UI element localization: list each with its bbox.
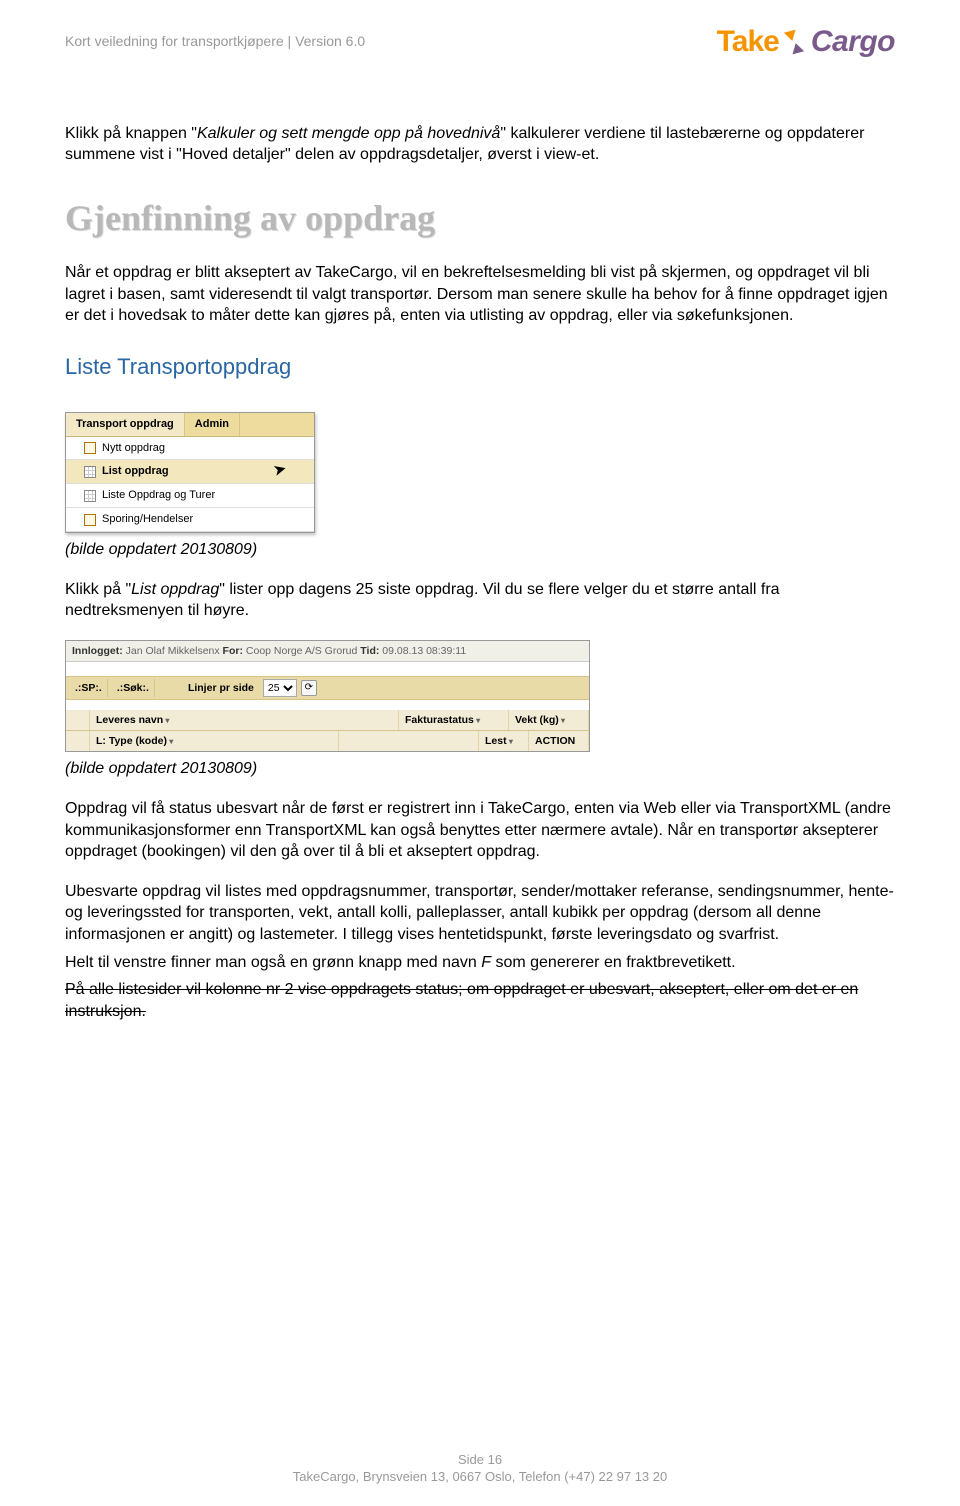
menu-tab-bar: Transport oppdrag Admin [66,413,314,437]
intro-quote: Kalkuler og sett mengde opp på hovednivå [197,125,500,142]
filter-sok[interactable]: .:Søk:. [112,679,155,697]
linjer-select[interactable]: 25 [263,679,297,697]
tab-transport-oppdrag[interactable]: Transport oppdrag [66,413,185,436]
login-info-bar: Innlogget: Jan Olaf Mikkelsenx For: Coop… [66,641,589,662]
footer-page: Side 16 [0,1452,960,1469]
col-fakturastatus[interactable]: Fakturastatus [399,710,509,730]
menu-item-label: Liste Oppdrag og Turer [102,488,215,503]
venstre-b: F [481,954,491,971]
document-icon [84,514,96,526]
menu-item-label: Sporing/Hendelser [102,512,193,527]
page-content: Klikk på knappen "Kalkuler og sett mengd… [0,63,960,1023]
list-para-a: Klikk på " [65,581,131,598]
gjenfinning-para: Når et oppdrag er blitt akseptert av Tak… [65,262,895,327]
col-spacer [66,731,90,751]
toolbar-screenshot: Innlogget: Jan Olaf Mikkelsenx For: Coop… [65,640,590,753]
filter-bar: .:SP:. .:Søk:. Linjer pr side 25 ⟳ [66,676,589,700]
caption-2: (bilde oppdatert 20130809) [65,758,895,780]
for-label: For: [223,645,243,657]
document-icon [84,442,96,454]
page-header: Kort veiledning for transportkjøpere | V… [0,0,960,63]
intro-para: Klikk på knappen "Kalkuler og sett mengd… [65,123,895,166]
menu-item-label: List oppdrag [102,464,169,479]
menu-item-list-oppdrag[interactable]: List oppdrag ➤ [66,460,314,484]
tid-label: Tid: [360,645,379,657]
logo-take: Take [717,22,779,63]
caption-1: (bilde oppdatert 20130809) [65,539,895,561]
cursor-icon: ➤ [272,459,288,480]
doc-title: Kort veiledning for transportkjøpere | V… [65,22,365,51]
for-value: Coop Norge A/S Grorud [246,645,357,657]
col-action: ACTION [529,731,589,751]
menu-item-sporing[interactable]: Sporing/Hendelser [66,508,314,532]
list-oppdrag-para: Klikk på "List oppdrag" lister opp dagen… [65,579,895,622]
col-leveres-navn[interactable]: Leveres navn [90,710,399,730]
refresh-button[interactable]: ⟳ [301,680,317,696]
logo-glyph-icon [781,29,807,55]
innlogget-label: Innlogget: [72,645,123,657]
intro-text-a: Klikk på knappen " [65,125,197,142]
logo-cargo: Cargo [811,22,895,63]
menu-item-nytt-oppdrag[interactable]: Nytt oppdrag [66,437,314,461]
refresh-icon: ⟳ [305,681,313,695]
venstre-c: som genererer en fraktbrevetikett. [491,954,736,971]
col-lest[interactable]: Lest [479,731,529,751]
linjer-label: Linjer pr side [183,679,259,697]
tid-value: 09.08.13 08:39:11 [382,645,466,657]
list-para-quote: List oppdrag [131,581,219,598]
heading-gjenfinning: Gjenfinning av oppdrag [65,194,895,243]
col-spacer [66,710,90,730]
menu-item-label: Nytt oppdrag [102,441,165,456]
filter-sp[interactable]: .:SP:. [70,679,108,697]
grid-icon [84,466,96,478]
menu-list: Nytt oppdrag List oppdrag ➤ Liste Oppdra… [66,437,314,532]
menu-screenshot: Transport oppdrag Admin Nytt oppdrag Lis… [65,412,315,533]
col-vekt[interactable]: Vekt (kg) [509,710,589,730]
innlogget-user: Jan Olaf Mikkelsenx [126,645,220,657]
col-l-type[interactable]: L: Type (kode) [90,731,339,751]
table-header-row-2: L: Type (kode) Lest ACTION [66,731,589,751]
page-footer: Side 16 TakeCargo, Brynsveien 13, 0667 O… [0,1452,960,1486]
status-para: Oppdrag vil få status ubesvart når de fø… [65,798,895,863]
heading-liste: Liste Transportoppdrag [65,352,895,382]
tab-admin[interactable]: Admin [185,413,240,436]
ubesvarte-para: Ubesvarte oppdrag vil listes med oppdrag… [65,881,895,946]
table-header-row-1: Leveres navn Fakturastatus Vekt (kg) [66,710,589,731]
logo: Take Cargo [717,22,895,63]
strikethrough-para: På alle listesider vil kolonne nr 2 vise… [65,979,895,1022]
venstre-a: Helt til venstre finner man også en grøn… [65,954,481,971]
menu-item-liste-oppdrag-turer[interactable]: Liste Oppdrag og Turer [66,484,314,508]
footer-contact: TakeCargo, Brynsveien 13, 0667 Oslo, Tel… [0,1469,960,1486]
grid-icon [84,490,96,502]
venstre-para: Helt til venstre finner man også en grøn… [65,952,895,974]
